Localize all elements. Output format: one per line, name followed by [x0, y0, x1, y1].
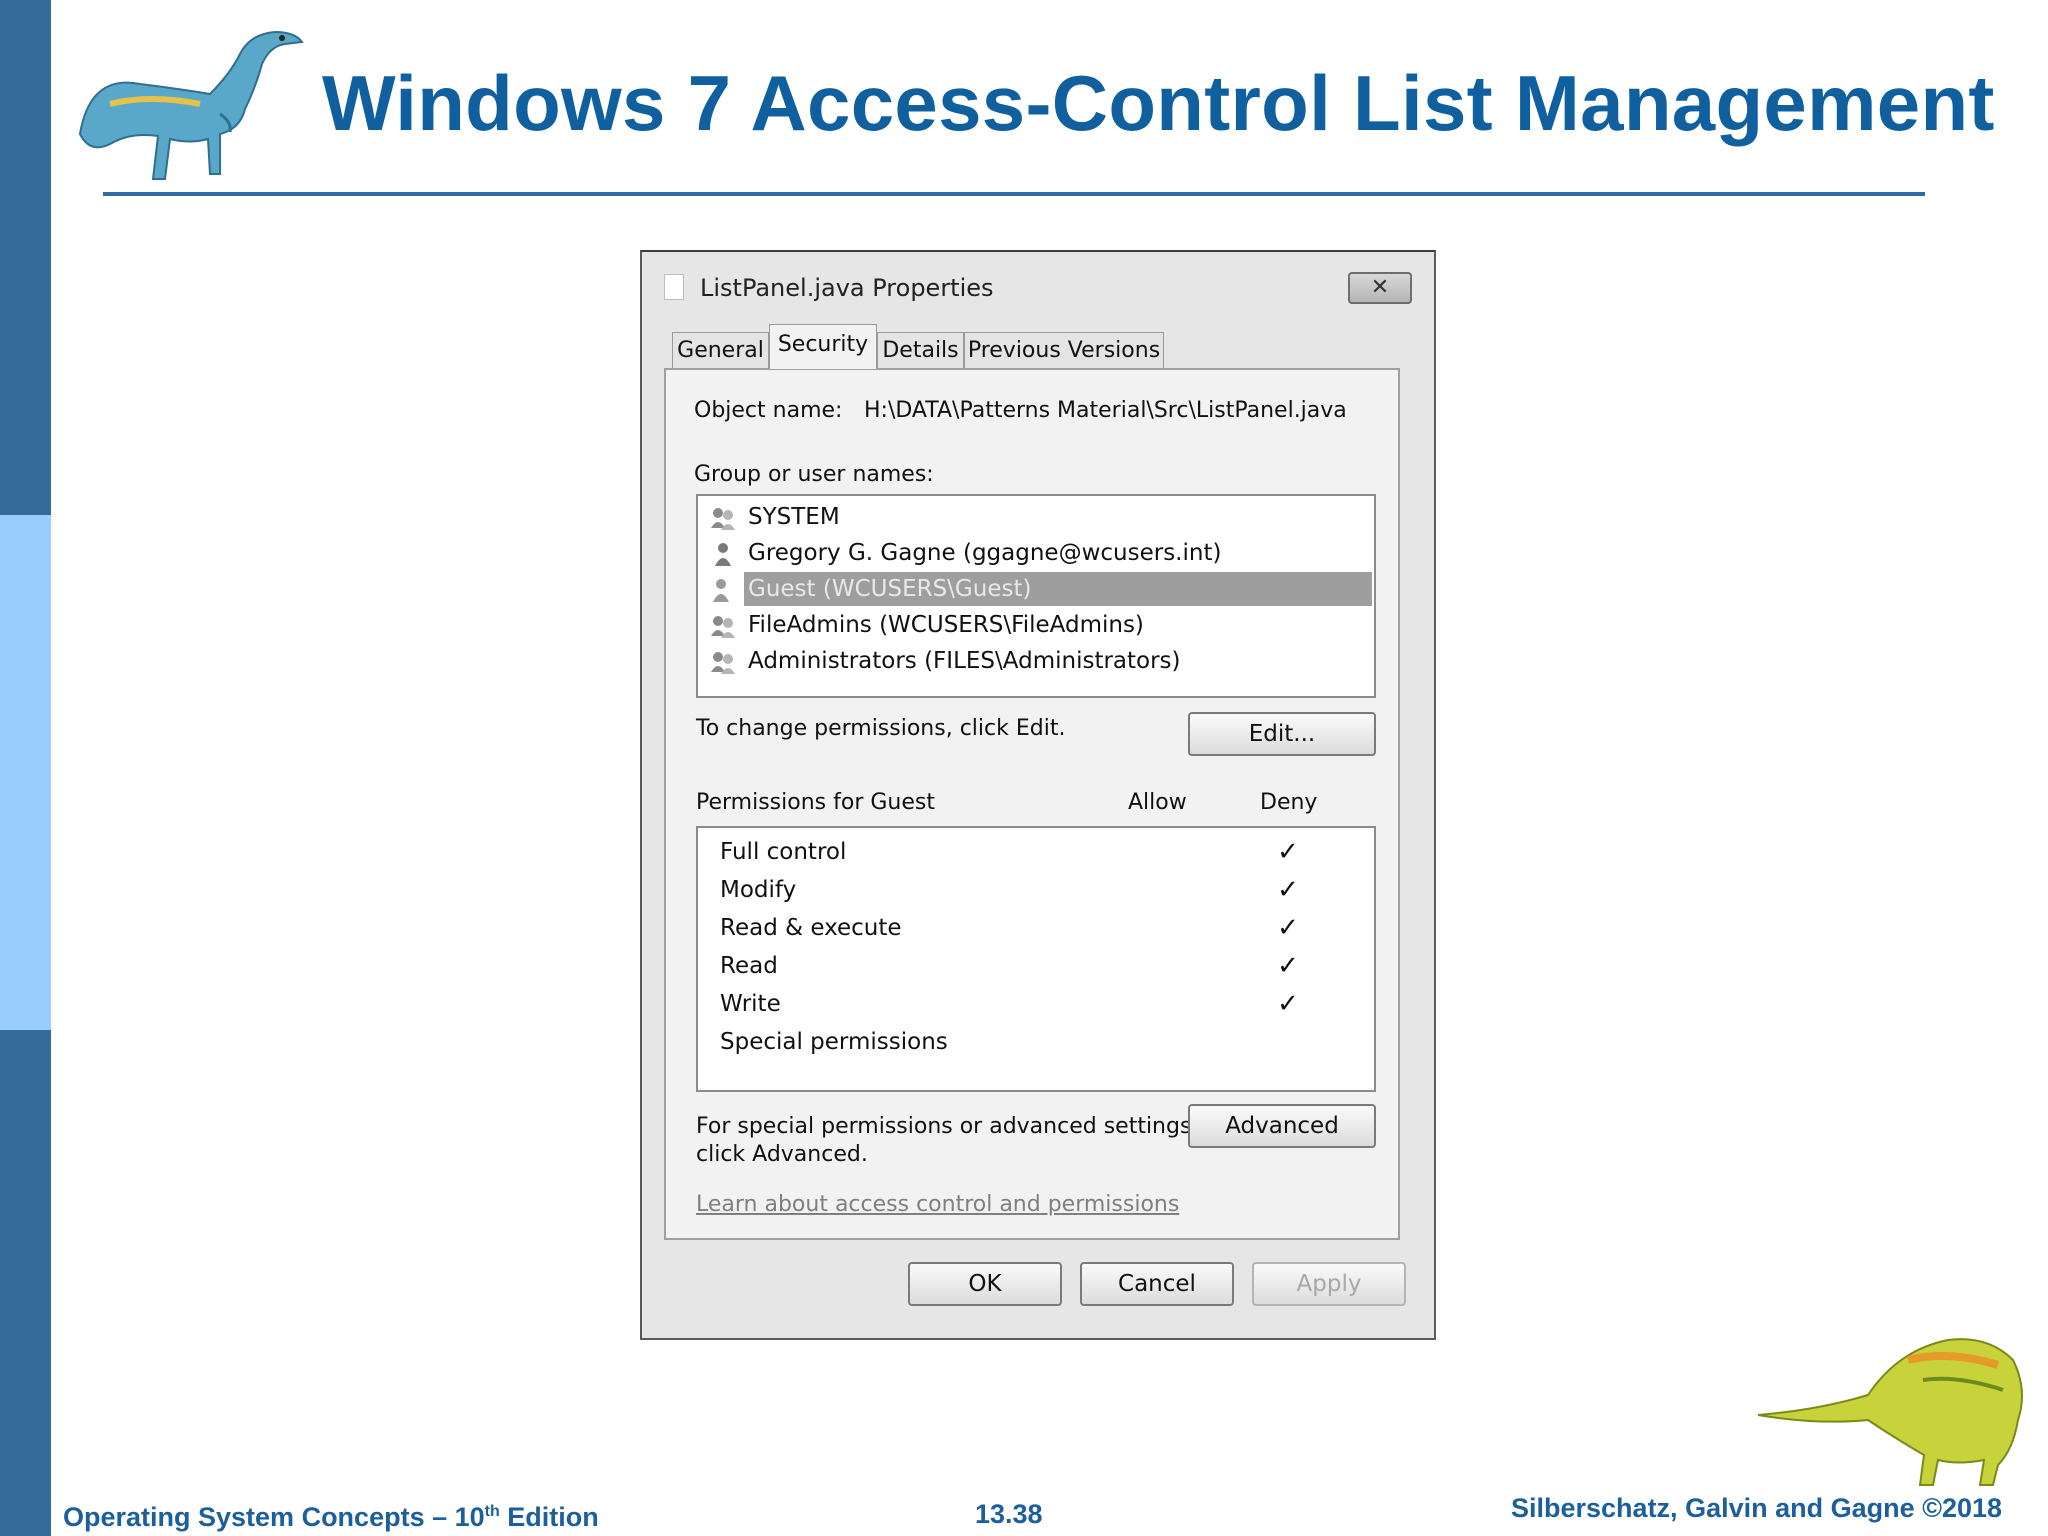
- advanced-hint-line1: For special permissions or advanced sett…: [696, 1114, 1199, 1139]
- user-name: Guest (WCUSERS\Guest): [744, 572, 1372, 606]
- permissions-list[interactable]: Full control ✓ Modify ✓ Read & execute ✓…: [696, 826, 1376, 1092]
- cancel-button[interactable]: Cancel: [1080, 1262, 1234, 1306]
- deny-check-icon: ✓: [1277, 989, 1299, 1019]
- deny-check-icon: ✓: [1277, 951, 1299, 981]
- list-item[interactable]: Gregory G. Gagne (ggagne@wcusers.int): [706, 536, 1366, 570]
- permissions-label: Permissions for Guest: [696, 790, 935, 815]
- page-number: 13.38: [975, 1499, 1043, 1529]
- user-icon: [715, 543, 731, 566]
- tab-security[interactable]: Security: [769, 324, 877, 369]
- dialog-titlebar: ListPanel.java Properties ✕: [642, 252, 1434, 312]
- footer-book-title: Operating System Concepts – 10th Edition: [63, 1502, 599, 1532]
- group-icon: [711, 508, 735, 530]
- permission-name: Special permissions: [720, 1029, 948, 1055]
- dinosaur-logo-icon: [78, 30, 304, 180]
- slide-title: Windows 7 Access-Control List Management: [322, 59, 1995, 147]
- user-list[interactable]: SYSTEM Gregory G. Gagne (ggagne@wcusers.…: [696, 494, 1376, 698]
- user-icon: [713, 579, 729, 602]
- dinosaur-mascot-icon: [1757, 1338, 2023, 1486]
- advanced-button[interactable]: Advanced: [1188, 1104, 1376, 1148]
- footer-authors: Silberschatz, Galvin and Gagne ©2018: [1511, 1493, 2003, 1523]
- learn-more-link[interactable]: Learn about access control and permissio…: [696, 1192, 1179, 1217]
- close-icon: ✕: [1370, 275, 1390, 300]
- user-name: Administrators (FILES\Administrators): [748, 648, 1181, 674]
- permission-name: Read: [720, 953, 778, 979]
- group-label: Group or user names:: [694, 462, 934, 487]
- deny-check-icon: ✓: [1277, 913, 1299, 943]
- user-name: Gregory G. Gagne (ggagne@wcusers.int): [748, 540, 1222, 566]
- file-icon: [664, 274, 684, 300]
- permission-name: Modify: [720, 877, 797, 903]
- ok-button[interactable]: OK: [908, 1262, 1062, 1306]
- deny-header: Deny: [1260, 790, 1318, 815]
- permission-row: Read & execute ✓: [720, 910, 1320, 946]
- left-stripe-top: [0, 0, 51, 515]
- permission-row: Read ✓: [720, 948, 1320, 984]
- properties-dialog: ListPanel.java Properties ✕ General Secu…: [640, 250, 1436, 1340]
- change-permissions-hint: To change permissions, click Edit.: [696, 716, 1066, 741]
- advanced-hint-line2: click Advanced.: [696, 1142, 868, 1167]
- apply-button[interactable]: Apply: [1252, 1262, 1406, 1306]
- user-name: SYSTEM: [748, 504, 840, 530]
- list-item[interactable]: FileAdmins (WCUSERS\FileAdmins): [706, 608, 1366, 642]
- tab-previous-versions[interactable]: Previous Versions: [964, 332, 1164, 368]
- list-item[interactable]: SYSTEM: [706, 500, 1366, 534]
- close-button[interactable]: ✕: [1348, 272, 1412, 304]
- permission-row: Full control ✓: [720, 834, 1320, 870]
- title-divider: [103, 192, 1925, 196]
- tab-general[interactable]: General: [672, 332, 769, 368]
- permission-name: Write: [720, 991, 781, 1017]
- edit-button[interactable]: Edit...: [1188, 712, 1376, 756]
- list-item[interactable]: Administrators (FILES\Administrators): [706, 644, 1366, 678]
- tab-details[interactable]: Details: [877, 332, 964, 368]
- left-stripe-middle: [0, 515, 51, 1030]
- deny-check-icon: ✓: [1277, 875, 1299, 905]
- list-item-selected[interactable]: Guest (WCUSERS\Guest): [706, 572, 1372, 606]
- permission-name: Full control: [720, 839, 847, 865]
- object-name-value: H:\DATA\Patterns Material\Src\ListPanel.…: [864, 398, 1347, 423]
- group-icon: [711, 652, 735, 674]
- object-name-label: Object name:: [694, 398, 843, 423]
- permission-row: Special permissions: [720, 1024, 1320, 1060]
- permission-row: Modify ✓: [720, 872, 1320, 908]
- permission-name: Read & execute: [720, 915, 902, 941]
- left-stripe-bottom: [0, 1030, 51, 1536]
- allow-header: Allow: [1128, 790, 1187, 815]
- group-icon: [711, 616, 735, 638]
- permission-row: Write ✓: [720, 986, 1320, 1022]
- deny-check-icon: ✓: [1277, 837, 1299, 867]
- security-panel: Object name: H:\DATA\Patterns Material\S…: [664, 368, 1400, 1240]
- user-name: FileAdmins (WCUSERS\FileAdmins): [748, 612, 1144, 638]
- dialog-title: ListPanel.java Properties: [700, 274, 994, 302]
